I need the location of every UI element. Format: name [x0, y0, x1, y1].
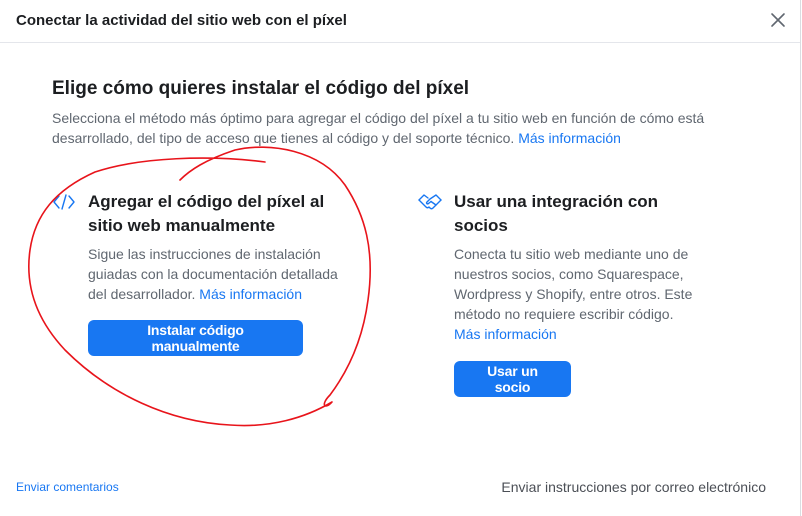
dialog-title: Conectar la actividad del sitio web con …	[16, 12, 347, 29]
partner-option-description-text: Conecta tu sitio web mediante uno de nue…	[454, 246, 693, 322]
partner-option-description: Conecta tu sitio web mediante uno de nue…	[454, 244, 714, 344]
send-feedback-link[interactable]: Enviar comentarios	[16, 480, 119, 494]
section-heading: Elige cómo quieres instalar el código de…	[52, 78, 470, 99]
handshake-icon	[418, 194, 442, 210]
install-manually-button[interactable]: Instalar código manualmente	[88, 320, 303, 356]
email-instructions-link[interactable]: Enviar instrucciones por correo electrón…	[501, 479, 766, 495]
dialog-header: Conectar la actividad del sitio web con …	[0, 0, 800, 43]
partner-integration-option: Usar una integración con socios Conecta …	[418, 190, 738, 400]
manual-option-title: Agregar el código del píxel al sitio web…	[88, 192, 325, 235]
section-description: Selecciona el método más óptimo para agr…	[52, 108, 732, 148]
more-info-link[interactable]: Más información	[518, 130, 621, 146]
use-partner-button[interactable]: Usar un socio	[454, 361, 571, 397]
close-button[interactable]	[768, 10, 788, 30]
partner-more-info-link[interactable]: Más información	[454, 326, 557, 342]
code-icon	[53, 194, 75, 210]
pixel-setup-dialog: Conectar la actividad del sitio web con …	[0, 0, 801, 516]
close-icon	[771, 13, 785, 27]
manual-option-description: Sigue las instrucciones de instalación g…	[88, 244, 358, 304]
manual-install-option: Agregar el código del píxel al sitio web…	[52, 190, 372, 360]
partner-option-title: Usar una integración con socios	[454, 192, 659, 235]
manual-more-info-link[interactable]: Más información	[199, 286, 302, 302]
